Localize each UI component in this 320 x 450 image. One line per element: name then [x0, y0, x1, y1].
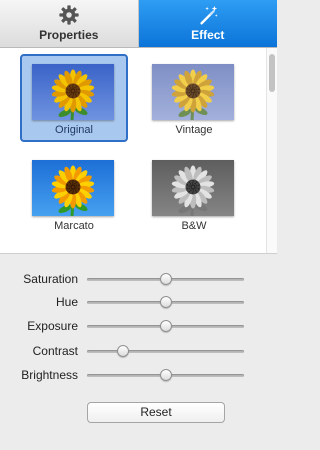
scrollbar-thumb[interactable] — [269, 54, 275, 92]
effect-thumbnail-marcato — [32, 160, 114, 216]
effect-thumbnail-original — [32, 64, 114, 120]
saturation-row: Saturation — [0, 270, 277, 290]
tab-effect[interactable]: Effect — [138, 0, 277, 47]
tab-label-properties: Properties — [39, 28, 99, 42]
contrast-label: Contrast — [32, 344, 78, 358]
divider — [0, 253, 277, 254]
tab-bar: Properties Effect — [0, 0, 277, 48]
effect-thumbnail-bw — [152, 160, 234, 216]
brightness-label: Brightness — [21, 368, 78, 382]
gear-icon — [59, 5, 79, 25]
effect-label: Original — [55, 124, 93, 136]
reset-button[interactable]: Reset — [87, 402, 225, 423]
contrast-row: Contrast — [0, 342, 277, 362]
exposure-slider[interactable] — [87, 317, 244, 337]
effects-scrollbar[interactable] — [266, 48, 277, 253]
tab-label-effect: Effect — [191, 28, 225, 42]
effects-grid: Original Vintage Marcato B&W — [0, 48, 266, 253]
slider-knob[interactable] — [159, 369, 172, 381]
effect-marcato[interactable]: Marcato — [20, 150, 128, 238]
effect-label: Marcato — [54, 220, 94, 232]
effect-label: B&W — [181, 220, 207, 232]
effect-vintage[interactable]: Vintage — [140, 54, 248, 142]
effect-thumbnail-vintage — [152, 64, 234, 120]
slider-knob[interactable] — [159, 320, 172, 332]
tab-properties[interactable]: Properties — [0, 0, 139, 47]
contrast-slider[interactable] — [87, 342, 244, 362]
slider-knob[interactable] — [159, 296, 172, 308]
slider-track — [87, 350, 244, 353]
saturation-slider[interactable] — [87, 270, 244, 290]
saturation-label: Saturation — [23, 272, 78, 286]
effect-original[interactable]: Original — [20, 54, 128, 142]
slider-knob[interactable] — [159, 273, 172, 285]
effect-bw[interactable]: B&W — [140, 150, 248, 238]
brightness-row: Brightness — [0, 366, 277, 386]
magic-wand-icon — [200, 5, 218, 25]
exposure-row: Exposure — [0, 317, 277, 337]
hue-label: Hue — [55, 295, 78, 309]
hue-row: Hue — [0, 293, 277, 313]
effect-label: Vintage — [175, 124, 213, 136]
exposure-label: Exposure — [27, 319, 78, 333]
hue-slider[interactable] — [87, 293, 244, 313]
brightness-slider[interactable] — [87, 366, 244, 386]
slider-knob[interactable] — [117, 345, 130, 357]
